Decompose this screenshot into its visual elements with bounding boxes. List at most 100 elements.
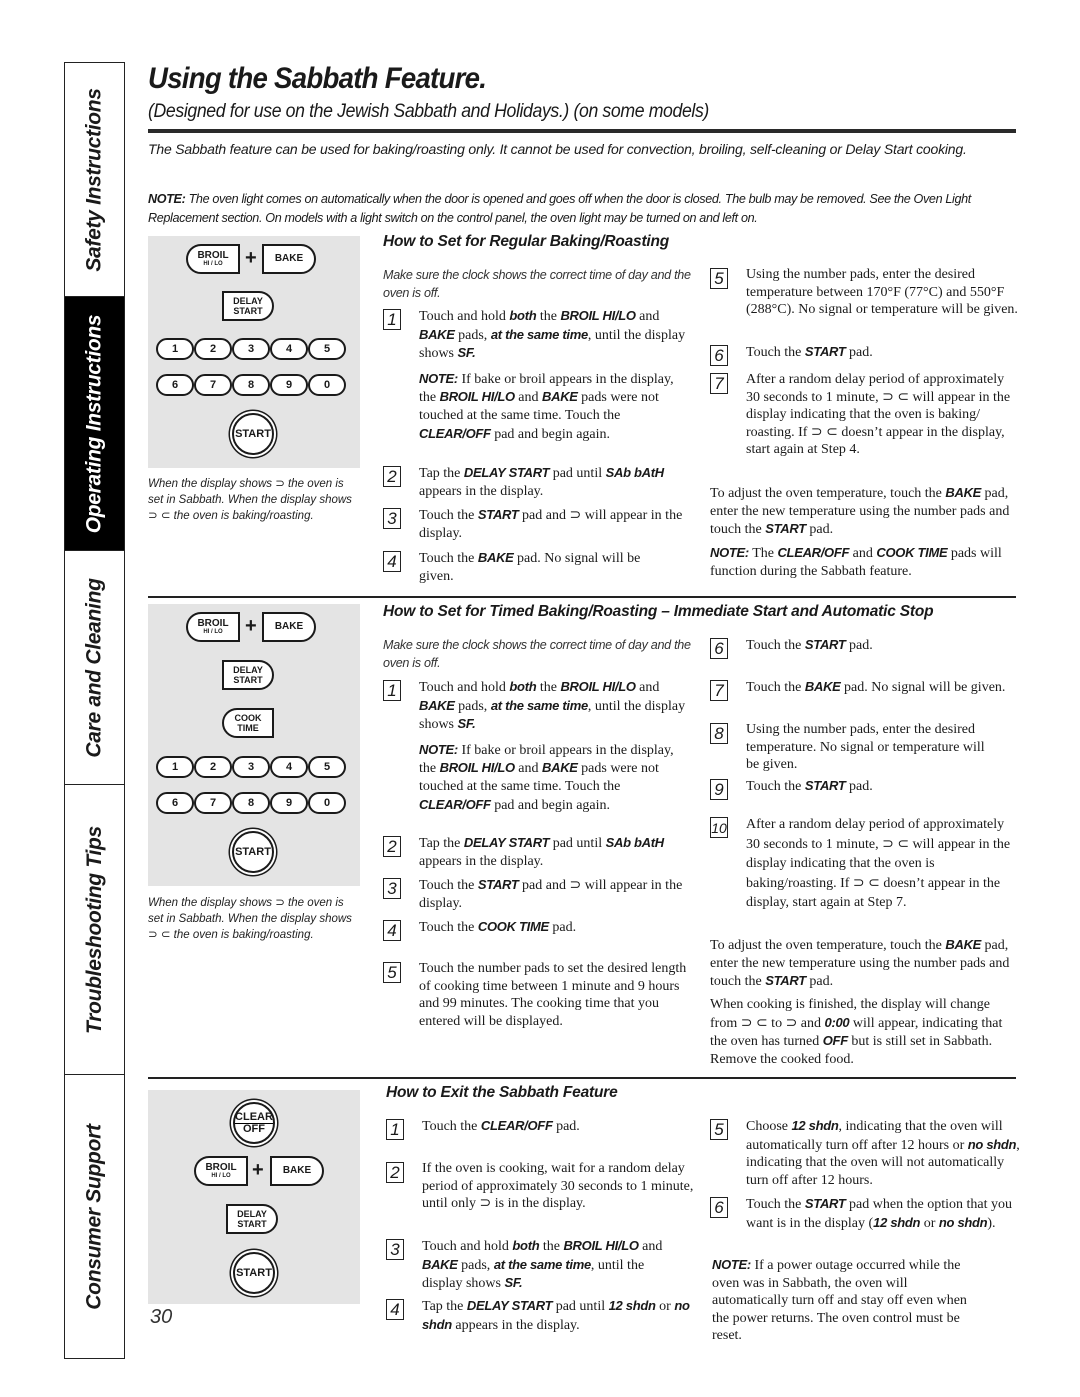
- body-text: BROIL: [197, 617, 229, 629]
- number-pad-6: 6: [156, 792, 194, 814]
- emphasis-text: BAKE: [419, 326, 455, 342]
- body-text: Touch and hold: [422, 1239, 513, 1254]
- note-text: The oven light comes on automatically wh…: [148, 192, 971, 225]
- body-text: Touch the: [746, 345, 805, 360]
- step-text: Touch the START pad and ⊃ will appear in…: [419, 506, 693, 542]
- keypad-illustration-exit: CLEAR OFF BROIL HI / LO + BAKE DELAY START …: [148, 1090, 360, 1304]
- number-pad-4: 4: [270, 756, 308, 778]
- emphasis-text: START: [477, 877, 519, 892]
- tab-safety-instructions[interactable]: Safety Instructions: [65, 63, 124, 297]
- emphasis-text: CLEAR/OFF: [777, 545, 850, 560]
- body-text: and: [849, 546, 877, 561]
- start-pad: START: [232, 831, 274, 873]
- step-number: 6: [710, 1197, 728, 1218]
- body-text: Choose: [746, 1119, 792, 1134]
- emphasis-text: both: [509, 308, 537, 323]
- bake-pad: BAKE: [262, 244, 316, 274]
- emphasis-text: 12 shdn: [873, 1214, 921, 1230]
- body-text: Touch and hold: [419, 680, 510, 695]
- body-text: and: [635, 680, 660, 695]
- timed-step-4: 4 Touch the COOK TIME pad.: [383, 918, 693, 941]
- step-text: Touch the START pad.: [746, 343, 1020, 362]
- body-text: Touch and hold: [419, 309, 510, 324]
- section-tabs: Safety Instructions Operating Instructio…: [64, 62, 125, 1359]
- tab-care-and-cleaning[interactable]: Care and Cleaning: [65, 551, 124, 785]
- body-text: START: [233, 675, 263, 685]
- step-text: After a random delay period of approxima…: [746, 371, 1012, 459]
- step-text: If the oven is cooking, wait for a rando…: [422, 1160, 698, 1213]
- step-number: 3: [383, 878, 401, 899]
- emphasis-text: START: [804, 344, 846, 359]
- section-divider: [148, 1077, 1016, 1079]
- step-text: Touch the START pad and ⊃ will appear in…: [419, 876, 693, 912]
- step-text: Using the number pads, enter the desired…: [746, 721, 986, 774]
- emphasis-text: NOTE:: [419, 741, 458, 757]
- step-text: After a random delay period of approxima…: [746, 815, 1018, 913]
- emphasis-text: both: [512, 1238, 540, 1253]
- emphasis-text: START: [765, 521, 806, 537]
- emphasis-text: START: [804, 1196, 846, 1211]
- number-pad-0: 0: [308, 374, 346, 396]
- number-pad-9: 9: [270, 792, 308, 814]
- emphasis-text: BAKE: [477, 550, 514, 565]
- exit-step-6: 6 Touch the START pad when the option th…: [710, 1195, 1020, 1232]
- timed-step-6: 6 Touch the START pad.: [710, 636, 1020, 659]
- step-number: 3: [383, 508, 401, 529]
- number-pad-2: 2: [194, 338, 232, 360]
- step-number: 2: [383, 836, 401, 857]
- timed-finished-text: When cooking is finished, the display wi…: [710, 996, 1018, 1068]
- page-number: 30: [150, 1306, 173, 1328]
- step-text: Touch the START pad.: [746, 636, 1020, 655]
- bake-pad: BAKE: [270, 1156, 324, 1186]
- body-text: Using the number pads, enter the desired…: [746, 722, 985, 773]
- body-text: pad and begin again.: [490, 426, 611, 442]
- step-text: Using the number pads, enter the desired…: [746, 266, 1020, 319]
- body-text: pad.: [845, 779, 873, 794]
- emphasis-text: at the same time: [490, 326, 588, 342]
- body-text: To adjust the oven temperature, touch th…: [710, 486, 946, 501]
- tab-operating-instructions[interactable]: Operating Instructions: [65, 297, 124, 551]
- step-number: 2: [386, 1162, 404, 1183]
- body-text: BROIL: [197, 249, 229, 261]
- tab-consumer-support[interactable]: Consumer Support: [65, 1075, 124, 1358]
- body-text: Touch the number pads to set the desired…: [419, 961, 687, 1029]
- emphasis-text: BAKE: [419, 697, 455, 713]
- step-number: 7: [710, 680, 728, 701]
- exit-step-5: 5 Choose 12 shdn, indicating that the ov…: [710, 1117, 1020, 1189]
- emphasis-text: BAKE: [804, 679, 841, 694]
- step-number: 6: [710, 345, 728, 366]
- exit-sabbath-heading: How to Exit the Sabbath Feature: [386, 1084, 618, 1101]
- step-text: Touch and hold both the BROIL HI/LO and …: [422, 1237, 682, 1293]
- broil-hi-lo-pad: BROIL HI / LO: [186, 612, 240, 642]
- number-pad-2: 2: [194, 756, 232, 778]
- number-pad-5: 5: [308, 338, 346, 360]
- delay-start-pad: DELAY START: [222, 291, 274, 321]
- timed-step-10: 10 After a random delay period of approx…: [710, 815, 1020, 913]
- step-number: 8: [710, 723, 728, 744]
- body-text: pads,: [454, 698, 491, 714]
- step-number: 1: [386, 1119, 404, 1140]
- delay-start-pad: DELAY START: [222, 660, 274, 690]
- emphasis-text: SAb bAtH: [605, 835, 665, 850]
- emphasis-text: BROIL HI/LO: [560, 308, 636, 323]
- body-text: the: [536, 309, 561, 324]
- emphasis-text: 12 shdn: [608, 1298, 656, 1313]
- step-text: Touch and hold both the BROIL HI/LO and …: [419, 307, 693, 363]
- delay-start-pad: DELAY START: [226, 1204, 278, 1234]
- timed-step-3: 3 Touch the START pad and ⊃ will appear …: [383, 876, 693, 912]
- emphasis-text: START: [804, 778, 846, 793]
- step-number: 4: [383, 551, 401, 572]
- emphasis-text: DELAY START: [463, 835, 550, 850]
- plus-icon: +: [245, 247, 257, 269]
- body-text: Using the number pads, enter the desired…: [746, 267, 1018, 318]
- body-text: the: [536, 680, 561, 695]
- body-text: and: [638, 1239, 663, 1254]
- body-text: DELAY: [237, 1209, 267, 1219]
- emphasis-text: START: [477, 507, 519, 522]
- step-number: 2: [383, 466, 401, 487]
- body-text: If a power outage occurred while the ove…: [712, 1258, 967, 1344]
- body-text: COOK: [234, 713, 262, 723]
- number-pad-7: 7: [194, 792, 232, 814]
- tab-label: Consumer Support: [82, 1123, 106, 1310]
- tab-troubleshooting-tips[interactable]: Troubleshooting Tips: [65, 785, 124, 1075]
